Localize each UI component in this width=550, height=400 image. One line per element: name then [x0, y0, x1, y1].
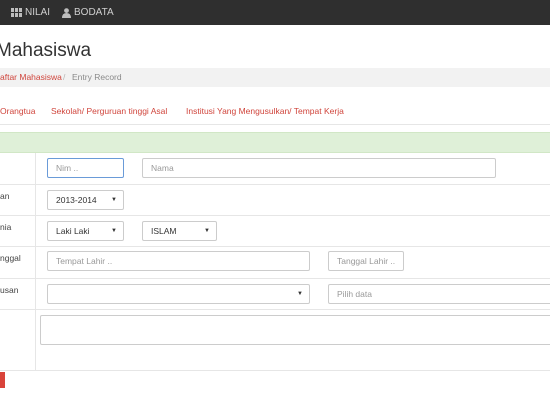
form-row-divider [0, 309, 550, 310]
caret-down-icon: ▼ [297, 291, 303, 297]
tab-sekolah[interactable]: Sekolah/ Perguruan tinggi Asal [51, 106, 167, 116]
form-row-divider [0, 370, 550, 371]
nav-item-bodata[interactable]: BODATA [62, 0, 114, 25]
delete-button[interactable] [0, 372, 5, 388]
agama-select-value: ISLAM [151, 226, 177, 236]
label-tahun-angkatan: an [0, 191, 10, 201]
tab-institusi[interactable]: Institusi Yang Mengusulkan/ Tempat Kerja [186, 106, 344, 116]
breadcrumb-current: Entry Record [72, 72, 122, 82]
breadcrumb-separator: / [63, 72, 66, 82]
tab-divider [0, 124, 550, 125]
form-row-divider [0, 215, 550, 216]
label-tempat-tanggal-lahir: nggal [0, 253, 21, 263]
caret-down-icon: ▼ [111, 197, 117, 203]
tahun-select-value: 2013-2014 [56, 195, 97, 205]
top-navbar: NILAI BODATA [0, 0, 550, 25]
nama-input[interactable]: Nama [142, 158, 496, 178]
pilih-data-input[interactable]: Pilih data [328, 284, 550, 304]
success-alert [0, 132, 550, 153]
label-jenis-kelamin-agama: nia [0, 222, 12, 232]
caret-down-icon: ▼ [111, 228, 117, 234]
label-jurusan: usan [0, 285, 19, 295]
notes-textarea[interactable] [40, 315, 550, 345]
caret-down-icon: ▼ [204, 228, 210, 234]
form-row-divider [0, 246, 550, 247]
nav-item-label: NILAI [25, 7, 51, 18]
breadcrumb-link-daftar-mahasiswa[interactable]: aftar Mahasiswa [0, 68, 62, 87]
user-icon [62, 7, 71, 18]
page-title: Mahasiswa [0, 40, 92, 61]
form-row-divider [0, 278, 550, 279]
breadcrumb: aftar Mahasiswa / Entry Record [0, 68, 550, 87]
gender-select[interactable]: Laki Laki ▼ [47, 221, 124, 241]
tab-orangtua[interactable]: Orangtua [0, 106, 35, 116]
nav-item-label: BODATA [74, 7, 114, 18]
form-column-divider [35, 153, 36, 371]
tahun-select[interactable]: 2013-2014 ▼ [47, 190, 124, 210]
tanggal-lahir-input[interactable]: Tanggal Lahir .. [328, 251, 404, 271]
grid-icon [11, 8, 22, 17]
nav-item-nilai[interactable]: NILAI [11, 0, 50, 25]
gender-select-value: Laki Laki [56, 226, 90, 236]
tempat-lahir-input[interactable]: Tempat Lahir .. [47, 251, 310, 271]
jurusan-select[interactable]: ▼ [47, 284, 310, 304]
nim-input[interactable]: Nim .. [47, 158, 124, 178]
form-row-divider [0, 184, 550, 185]
agama-select[interactable]: ISLAM ▼ [142, 221, 217, 241]
